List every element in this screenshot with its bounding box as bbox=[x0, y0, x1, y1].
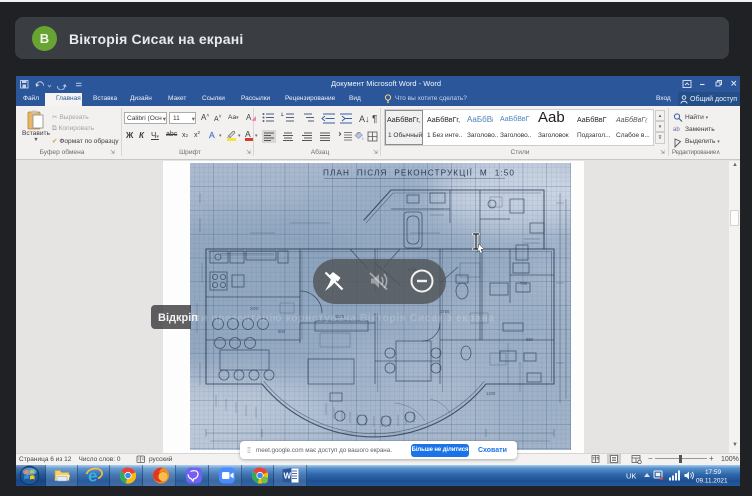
svg-text:¶: ¶ bbox=[372, 114, 377, 125]
svg-text:А↓: А↓ bbox=[359, 114, 370, 124]
svg-text:700: 700 bbox=[520, 281, 528, 286]
svg-text:17:59: 17:59 bbox=[705, 469, 721, 476]
svg-text:1200: 1200 bbox=[486, 391, 496, 396]
svg-text:ПЛАН ПІСЛЯ РЕКОНСТРУКЦІЇ М 1:5: ПЛАН ПІСЛЯ РЕКОНСТРУКЦІЇ М 1:50 bbox=[323, 168, 515, 178]
svg-text:850: 850 bbox=[526, 337, 534, 342]
svg-text:ab: ab bbox=[673, 127, 680, 133]
svg-text:UK: UK bbox=[626, 472, 636, 481]
svg-text:ХОЛ: ХОЛ bbox=[250, 306, 259, 311]
svg-text:900: 900 bbox=[278, 329, 286, 334]
svg-text:W: W bbox=[284, 472, 292, 481]
svg-text:09.11.2021: 09.11.2021 bbox=[696, 478, 728, 485]
